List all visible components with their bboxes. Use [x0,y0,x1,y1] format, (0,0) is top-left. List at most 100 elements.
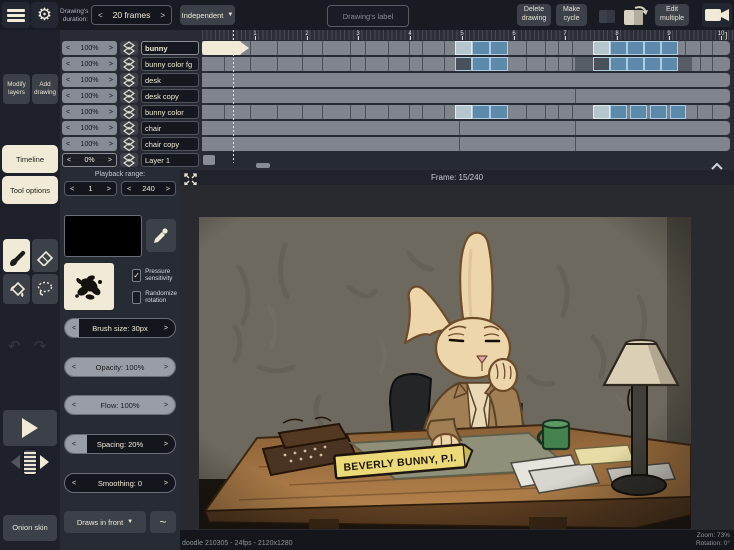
frame-cell[interactable] [575,57,593,71]
layer-reorder-button[interactable] [120,41,138,55]
frame-cell[interactable] [644,57,661,71]
playback-start-increase[interactable]: > [107,184,111,193]
layer-name-field[interactable]: chair [141,121,199,135]
slider-increase[interactable]: > [164,319,168,337]
canvas-drawing[interactable]: BEVERLY BUNNY, P.I. [199,217,691,529]
slider-brush-size[interactable]: Brush size: 30px < > [64,318,176,338]
layer-opacity-stepper[interactable]: <100% > [62,41,117,55]
modify-layers-button[interactable]: Modify layers [3,74,30,104]
timeline-track[interactable] [202,41,730,55]
add-drawing-button[interactable]: Add drawing [32,74,58,104]
eyedropper-button[interactable] [146,219,176,252]
slider-increase[interactable]: > [164,435,168,453]
timeline-track[interactable] [202,105,730,119]
layer-name-field[interactable]: bunny color fg [141,57,199,71]
layer-name-field[interactable]: chair copy [141,137,199,151]
smoothing-curve-button[interactable]: ~ [150,511,176,533]
slider-increase[interactable]: > [164,474,168,492]
playhead-block[interactable] [202,41,242,55]
playback-end-decrease[interactable]: < [127,184,131,193]
layer-name-field[interactable]: bunny [141,41,199,55]
slider-opacity[interactable]: Opacity: 100% < > [64,357,176,377]
frame-cell[interactable] [472,57,490,71]
timeline-track[interactable] [202,89,730,103]
slider-decrease[interactable]: < [72,474,76,492]
frame-cell[interactable] [593,57,610,71]
layer-opacity-stepper[interactable]: <0% > [62,153,117,167]
layer-reorder-button[interactable] [120,121,138,135]
timeline-ruler[interactable]: 1 2 3 4 5 6 7 8 9 10 [202,30,734,40]
frame-cell[interactable] [490,105,508,119]
frame-cell[interactable] [455,41,472,55]
step-forward-icon[interactable] [40,455,49,469]
layer-reorder-button[interactable] [120,57,138,71]
play-button[interactable] [3,410,57,446]
timeline-scrollbar-thumb[interactable] [256,163,270,168]
frame-cell[interactable] [593,41,610,55]
duration-decrease[interactable]: < [98,11,103,20]
frame-cell[interactable] [650,105,667,119]
slider-decrease[interactable]: < [72,435,76,453]
layer-reorder-button[interactable] [120,153,138,167]
playback-end-increase[interactable]: > [166,184,170,193]
filmstrip-icon[interactable] [23,449,37,475]
layer-name-field[interactable]: desk [141,73,199,87]
frame-cell[interactable] [472,41,490,55]
onion-skin-button[interactable]: Onion skin [3,515,57,541]
settings-button[interactable]: ⚙ [31,2,58,28]
randomize-rotation-checkbox[interactable] [132,290,142,304]
frame-cell[interactable] [490,57,508,71]
slider-decrease[interactable]: < [72,319,76,337]
flip-forward-button[interactable] [621,3,651,27]
frame-cell[interactable] [455,57,472,71]
brush-preview[interactable] [64,263,114,310]
menu-button[interactable] [2,2,30,28]
timeline-track[interactable] [202,121,730,135]
timeline-track[interactable] [202,137,730,151]
layer-name-field[interactable]: desk copy [141,89,199,103]
slider-smoothing[interactable]: Smoothing: 0 < > [64,473,176,493]
frame-cell[interactable] [627,41,644,55]
layer-opacity-stepper[interactable]: <100% > [62,89,117,103]
frame-cell[interactable] [455,105,472,119]
eraser-tool-button[interactable] [32,239,58,272]
fill-tool-button[interactable] [3,274,30,304]
tab-tool-options[interactable]: Tool options [2,176,58,204]
frame-cell[interactable] [593,105,610,119]
frame-cell[interactable] [627,57,644,71]
layer-name-field[interactable]: bunny color [141,105,199,119]
playback-start-stepper[interactable]: < 1 > [64,181,117,196]
timeline-track[interactable] [202,153,730,167]
duration-stepper[interactable]: < 20 frames > [91,5,172,25]
tab-timeline[interactable]: Timeline [2,145,58,173]
brush-tool-button[interactable] [3,239,30,272]
slider-decrease[interactable]: < [72,396,76,414]
frame-cell[interactable] [678,57,692,71]
lasso-tool-button[interactable] [32,274,58,304]
redo-icon[interactable]: ↷ [34,337,47,355]
layer-name-field[interactable]: Layer 1 [141,153,199,167]
layer-opacity-stepper[interactable]: <100% > [62,121,117,135]
layer-opacity-stepper[interactable]: <100% > [62,137,117,151]
frame-cell[interactable] [670,105,686,119]
slider-increase[interactable]: > [164,358,168,376]
layer-reorder-button[interactable] [120,73,138,87]
step-back-icon[interactable] [11,455,20,469]
frame-cell[interactable] [203,155,215,165]
frame-cell[interactable] [610,41,627,55]
undo-icon[interactable]: ↶ [8,337,21,355]
timeline-track[interactable] [202,73,730,87]
layer-opacity-stepper[interactable]: <100% > [62,105,117,119]
layer-opacity-stepper[interactable]: <100% > [62,73,117,87]
frame-cell[interactable] [661,57,678,71]
delete-drawing-button[interactable]: Delete drawing [517,4,551,26]
slider-increase[interactable]: > [164,396,168,414]
frame-cell[interactable] [610,105,627,119]
layer-reorder-button[interactable] [120,105,138,119]
frame-cell[interactable] [630,105,647,119]
canvas-viewport[interactable]: BEVERLY BUNNY, P.I. [180,185,734,530]
make-cycle-button[interactable]: Make cycle [556,4,587,26]
edit-multiple-button[interactable]: Edit multiple [655,4,689,26]
layer-opacity-stepper[interactable]: <100% > [62,57,117,71]
color-swatch[interactable] [64,215,142,257]
